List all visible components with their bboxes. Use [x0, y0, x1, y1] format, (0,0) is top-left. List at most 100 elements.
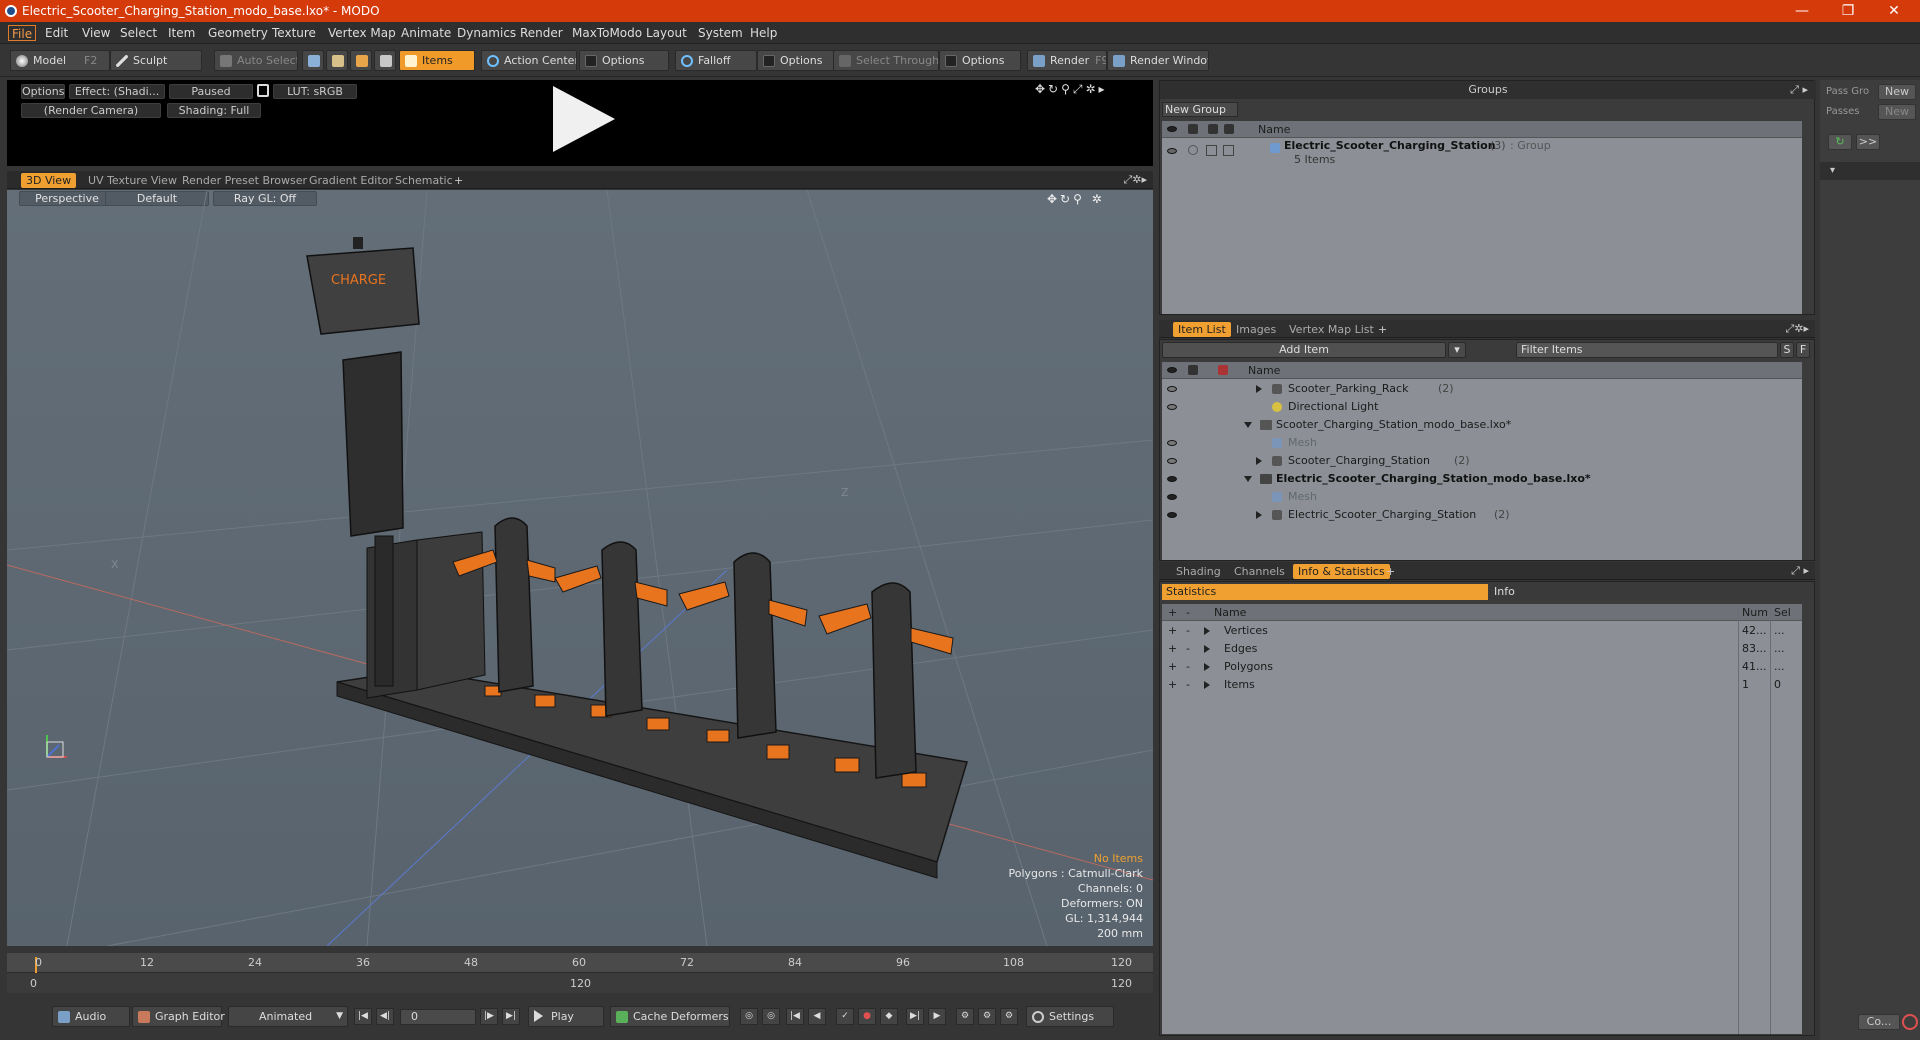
cache-deformers-button[interactable]: Cache Deformers: [610, 1006, 730, 1027]
new-pass-group-button[interactable]: New: [1878, 84, 1916, 100]
remove-icon[interactable]: -: [1186, 622, 1190, 640]
falloff-options-button[interactable]: Options: [757, 50, 839, 71]
record-button[interactable]: ●: [858, 1008, 876, 1025]
go-end-button[interactable]: ▶|: [502, 1008, 520, 1025]
range-end[interactable]: 120: [1111, 977, 1132, 990]
audio-button[interactable]: Audio: [52, 1006, 130, 1027]
tab-schematic[interactable]: Schematic: [390, 173, 458, 188]
paused-button[interactable]: Paused: [169, 84, 253, 99]
statistics-subtab[interactable]: Statistics: [1162, 584, 1488, 600]
add-icon[interactable]: +: [1168, 622, 1177, 640]
item-row[interactable]: Electric_Scooter_Charging_Station_modo_b…: [1162, 470, 1802, 488]
item-list-controls-icon[interactable]: ⤢✲▸: [1785, 322, 1809, 336]
polygons-mode-button[interactable]: [350, 50, 372, 71]
tab-info-statistics[interactable]: Info & Statistics: [1293, 564, 1390, 579]
filter-f-button[interactable]: F: [1796, 342, 1810, 358]
collapse-arrow-icon[interactable]: [1244, 422, 1252, 428]
stats-row[interactable]: + - Polygons 41... ...: [1162, 658, 1802, 676]
falloff-button[interactable]: Falloff: [675, 50, 757, 71]
expand-all-icon[interactable]: +: [1168, 604, 1177, 621]
menu-dynamics[interactable]: Dynamics: [454, 25, 519, 41]
remove-icon[interactable]: -: [1186, 676, 1190, 694]
lock-icon[interactable]: [257, 84, 269, 97]
edges-mode-button[interactable]: [326, 50, 348, 71]
lut-dropdown[interactable]: LUT: sRGB: [273, 84, 357, 99]
eye-icon[interactable]: [1167, 148, 1177, 154]
stats-row[interactable]: + - Items 1 0: [1162, 676, 1802, 694]
tab-render-preset-browser[interactable]: Render Preset Browser: [177, 173, 312, 188]
tab-3d-view[interactable]: 3D View: [21, 173, 77, 188]
key-next2-button[interactable]: ▶: [928, 1008, 946, 1025]
shading-dropdown[interactable]: Shading: Full: [167, 103, 261, 118]
timeline[interactable]: 0 12 24 36 48 60 72 84 96 108 120 0 120 …: [7, 953, 1153, 993]
menu-vertex-map[interactable]: Vertex Map: [325, 25, 399, 41]
info-subtab[interactable]: Info: [1490, 584, 1812, 600]
auto-select-button[interactable]: Auto Select: [214, 50, 298, 71]
collapse-all-icon[interactable]: -: [1186, 604, 1190, 621]
tab-vertex-map-list[interactable]: Vertex Map List: [1284, 322, 1379, 337]
item-row[interactable]: Scooter_Charging_Station (2): [1162, 452, 1802, 470]
current-frame-field[interactable]: 0: [400, 1009, 476, 1025]
filter-s-button[interactable]: S: [1780, 342, 1794, 358]
add-icon[interactable]: +: [1168, 640, 1177, 658]
visibility-column-icon[interactable]: [1167, 367, 1177, 373]
restore-button[interactable]: ❐: [1828, 2, 1868, 20]
action-center-options-button[interactable]: Options: [579, 50, 669, 71]
item-row[interactable]: Mesh: [1162, 488, 1802, 506]
record-indicator-icon[interactable]: [1902, 1014, 1918, 1030]
add-tab-button[interactable]: +: [449, 173, 468, 188]
menu-animate[interactable]: Animate: [398, 25, 454, 41]
new-group-button[interactable]: New Group: [1162, 102, 1238, 117]
tab-shading[interactable]: Shading: [1171, 564, 1226, 579]
animated-dropdown[interactable]: Animated ▼: [228, 1006, 348, 1027]
eye-icon[interactable]: [1167, 494, 1177, 500]
add-item-button[interactable]: Add Item: [1162, 342, 1446, 358]
eye-icon[interactable]: [1167, 458, 1177, 464]
key-tool-1-button[interactable]: ◎: [740, 1008, 758, 1025]
expand-arrow-icon[interactable]: [1204, 627, 1210, 635]
item-row[interactable]: Scooter_Charging_Station_modo_base.lxo*: [1162, 416, 1802, 434]
next-frame-button[interactable]: |▶: [480, 1008, 498, 1025]
vertices-mode-button[interactable]: [302, 50, 324, 71]
collapse-arrow-icon[interactable]: [1244, 476, 1252, 482]
preview-nav-icons[interactable]: ✥↻⚲⤢✲▸: [1035, 82, 1108, 97]
add-item-tab-button[interactable]: +: [1373, 322, 1392, 337]
range-start[interactable]: 0: [30, 977, 37, 990]
action-center-button[interactable]: Action Center: [481, 50, 577, 71]
item-row[interactable]: Directional Light: [1162, 398, 1802, 416]
add-stats-tab-button[interactable]: +: [1381, 564, 1400, 579]
co-button[interactable]: Co...: [1858, 1014, 1900, 1030]
groups-panel-controls-icon[interactable]: ⤢ ▸: [1790, 83, 1808, 97]
visibility-column-icon[interactable]: [1167, 126, 1177, 132]
expand-arrow-icon[interactable]: [1256, 385, 1262, 393]
key-next-button[interactable]: ▶|: [906, 1008, 924, 1025]
sculpt-button[interactable]: Sculpt: [110, 50, 202, 71]
key-prev-button[interactable]: |◀: [786, 1008, 804, 1025]
tab-images[interactable]: Images: [1231, 322, 1281, 337]
menu-layout[interactable]: Layout: [643, 25, 690, 41]
select-column-icon[interactable]: [1224, 124, 1234, 134]
materials-mode-button[interactable]: [374, 50, 396, 71]
lock-column-icon[interactable]: [1208, 124, 1218, 134]
eye-icon[interactable]: [1167, 476, 1177, 482]
tab-gradient-editor[interactable]: Gradient Editor: [304, 173, 398, 188]
render-column-icon[interactable]: [1188, 124, 1198, 134]
menu-view[interactable]: View: [79, 25, 113, 41]
model-button[interactable]: Model F2: [10, 50, 110, 71]
key-tool-4-button[interactable]: ⚙: [978, 1008, 996, 1025]
expand-arrow-icon[interactable]: [1256, 457, 1262, 465]
add-icon[interactable]: +: [1168, 658, 1177, 676]
stats-row[interactable]: + - Vertices 42... ...: [1162, 622, 1802, 640]
eye-icon[interactable]: [1167, 512, 1177, 518]
menu-file[interactable]: File: [8, 25, 37, 41]
key-toggle-button[interactable]: ✓: [836, 1008, 854, 1025]
render-column-icon[interactable]: [1188, 365, 1198, 375]
eye-icon[interactable]: [1167, 404, 1177, 410]
menu-render[interactable]: Render: [517, 25, 566, 41]
key-tool-3-button[interactable]: ⚙: [956, 1008, 974, 1025]
menu-geometry[interactable]: Geometry: [205, 25, 271, 41]
key-tool-2-button[interactable]: ◎: [762, 1008, 780, 1025]
new-pass-button[interactable]: New: [1878, 104, 1916, 120]
3d-viewport[interactable]: Perspective Default Ray GL: Off ✥↻⚲ ✲ CH…: [7, 190, 1153, 946]
go-start-button[interactable]: |◀: [354, 1008, 372, 1025]
